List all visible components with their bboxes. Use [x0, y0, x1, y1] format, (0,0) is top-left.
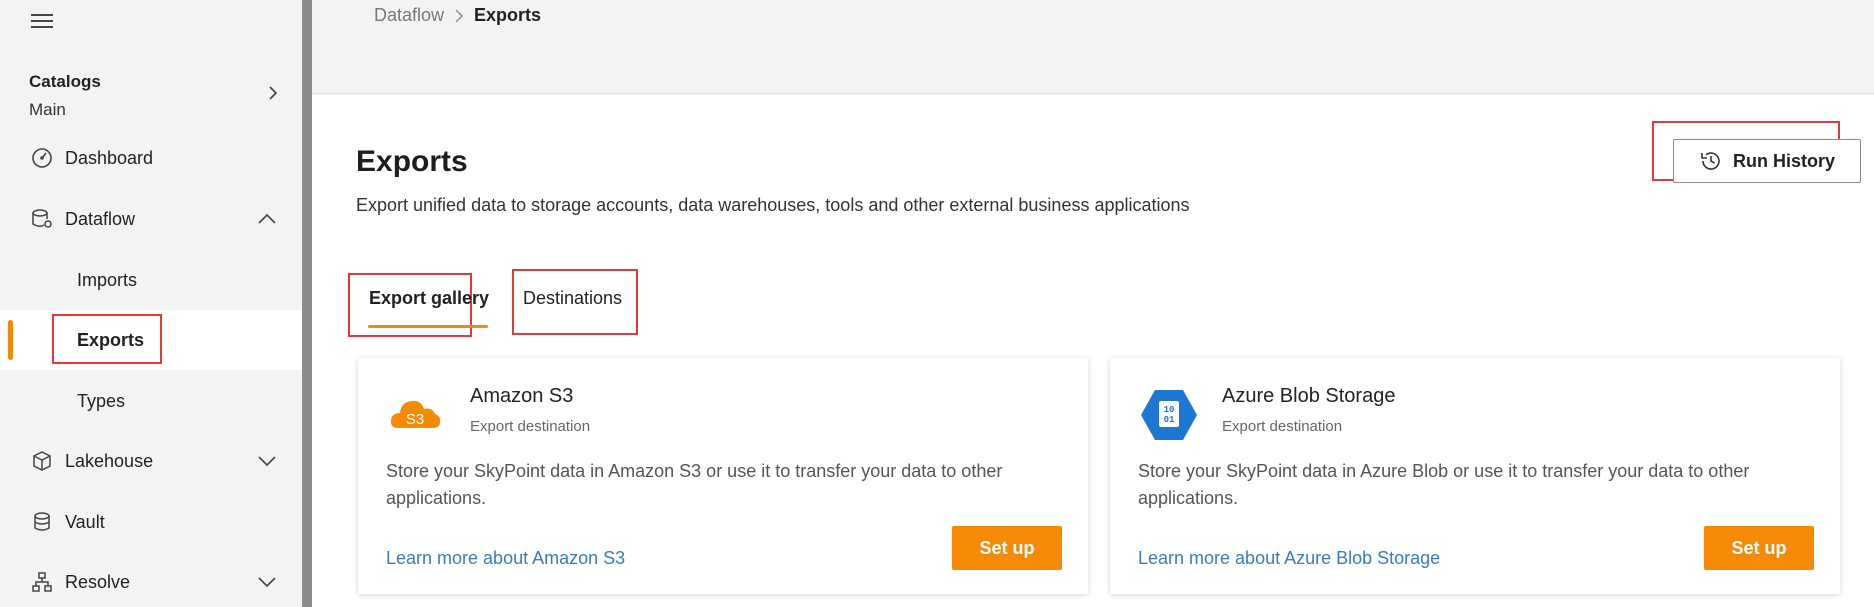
chevron-right-icon	[269, 86, 278, 100]
tab-destinations[interactable]: Destinations	[523, 288, 622, 309]
sidebar-item-label: Resolve	[65, 571, 131, 592]
chevron-down-icon	[258, 577, 276, 588]
run-history-label: Run History	[1732, 150, 1835, 171]
export-card-amazon-s3: S3 Amazon S3 Export destination Store yo…	[358, 358, 1088, 594]
top-bar: Dataflow Exports	[312, 0, 1874, 94]
gauge-icon	[30, 146, 54, 170]
card-description: Store your SkyPoint data in Azure Blob o…	[1138, 461, 1750, 508]
azure-blob-logo-icon: 10 01	[1140, 388, 1197, 442]
hamburger-icon[interactable]	[31, 14, 55, 30]
card-description: Store your SkyPoint data in Amazon S3 or…	[386, 461, 1003, 508]
card-title: Amazon S3	[470, 385, 574, 407]
sidebar-item-dashboard[interactable]: Dashboard	[0, 128, 302, 188]
svg-text:S3: S3	[406, 411, 424, 428]
setup-button[interactable]: Set up	[952, 526, 1062, 570]
sidebar-item-types[interactable]: Types	[0, 371, 302, 431]
sidebar-item-imports[interactable]: Imports	[0, 250, 302, 310]
main-content: Exports Export unified data to storage a…	[312, 95, 1874, 607]
active-tab-underline	[368, 325, 488, 328]
sidebar-item-label: Dataflow	[65, 208, 136, 229]
chevron-right-icon	[455, 9, 464, 22]
page-description: Export unified data to storage accounts,…	[356, 195, 1190, 215]
chevron-down-icon	[258, 456, 276, 467]
catalog-selector[interactable]: Catalogs Main	[29, 72, 284, 128]
learn-more-link[interactable]: Learn more about Amazon S3	[386, 548, 625, 569]
sidebar: Catalogs Main Dashboard Dataflow Imports…	[0, 0, 302, 607]
card-title: Azure Blob Storage	[1222, 385, 1396, 407]
active-indicator	[8, 320, 13, 360]
catalog-title: Catalogs	[29, 72, 101, 91]
database-gear-icon	[30, 207, 54, 231]
sidebar-item-label: Exports	[77, 329, 145, 350]
sidebar-item-label: Imports	[77, 269, 138, 290]
breadcrumb: Dataflow Exports	[374, 5, 541, 26]
catalog-subtitle: Main	[29, 100, 66, 119]
svg-text:10: 10	[1164, 405, 1175, 415]
learn-more-link[interactable]: Learn more about Azure Blob Storage	[1138, 548, 1440, 569]
history-icon	[1701, 152, 1720, 170]
sidebar-divider[interactable]	[302, 0, 312, 607]
cube-icon	[30, 449, 54, 473]
sidebar-item-dataflow[interactable]: Dataflow	[0, 189, 302, 249]
breadcrumb-link[interactable]: Dataflow	[374, 5, 444, 26]
page-title: Exports	[356, 145, 468, 178]
tab-export-gallery[interactable]: Export gallery	[369, 288, 489, 309]
database-icon	[30, 510, 54, 534]
run-history-button[interactable]: Run History	[1673, 139, 1861, 183]
card-subtitle: Export destination	[470, 418, 591, 435]
breadcrumb-current: Exports	[474, 5, 542, 25]
sidebar-item-label: Dashboard	[65, 147, 154, 168]
amazon-s3-logo-icon: S3	[388, 388, 442, 442]
card-subtitle: Export destination	[1222, 418, 1343, 435]
sidebar-item-lakehouse[interactable]: Lakehouse	[0, 431, 302, 491]
hierarchy-icon	[30, 570, 54, 594]
export-card-azure-blob: 10 01 Azure Blob Storage Export destinat…	[1110, 358, 1840, 594]
sidebar-item-label: Lakehouse	[65, 450, 154, 471]
setup-button[interactable]: Set up	[1704, 526, 1814, 570]
sidebar-item-label: Vault	[65, 511, 105, 532]
sidebar-item-exports[interactable]: Exports	[0, 310, 302, 370]
sidebar-item-vault[interactable]: Vault	[0, 492, 302, 552]
svg-text:01: 01	[1164, 415, 1175, 425]
sidebar-item-resolve[interactable]: Resolve	[0, 552, 302, 607]
chevron-up-icon	[258, 213, 276, 224]
sidebar-item-label: Types	[77, 390, 126, 411]
